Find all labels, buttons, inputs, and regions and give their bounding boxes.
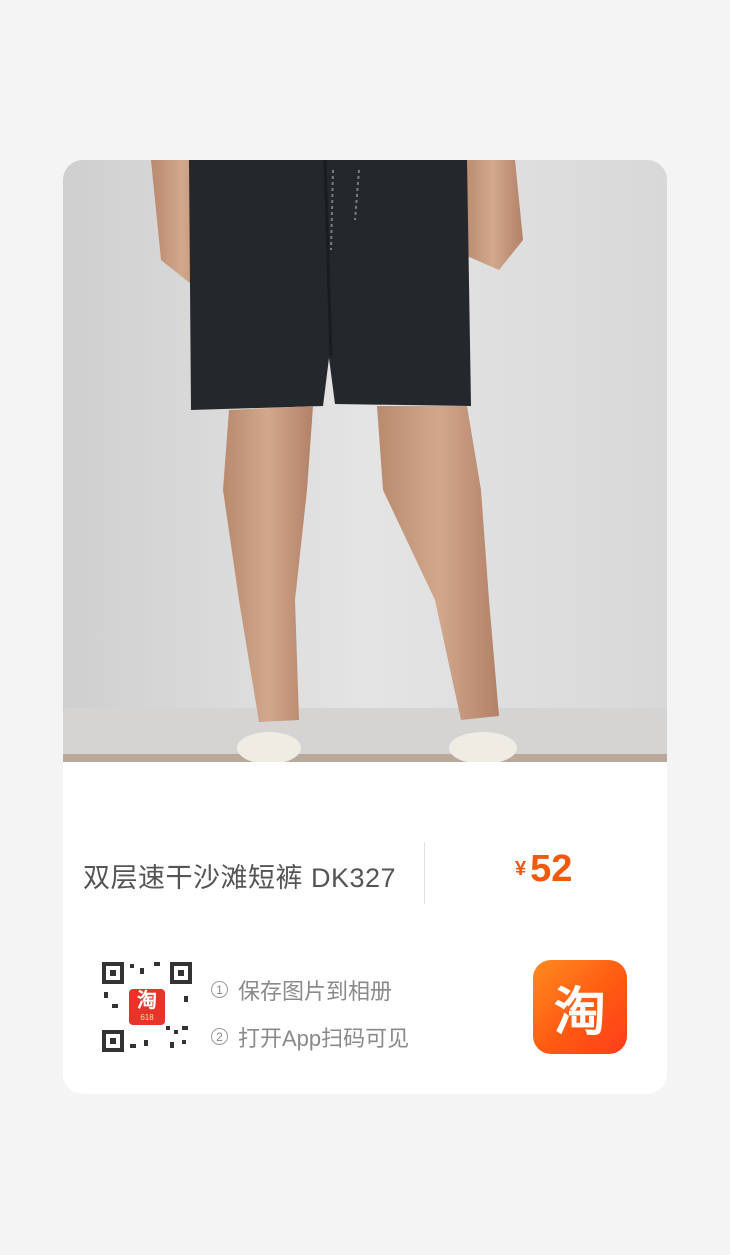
currency-symbol: ¥ [515, 858, 527, 880]
product-title: 双层速干沙滩短裤 DK327 [83, 863, 397, 893]
product-photo [63, 160, 667, 762]
step-text: 保存图片到相册 [238, 978, 393, 1004]
step-number: 1 [211, 981, 228, 998]
product-info-row: 双层速干沙滩短裤 DK327 ¥52 [63, 840, 667, 910]
step-number: 2 [211, 1028, 228, 1045]
share-card: 双层速干沙滩短裤 DK327 ¥52 淘 618 1 保存图片到相册 2 打开A… [63, 160, 667, 1094]
taobao-logo-icon: 淘 [533, 960, 627, 1054]
logo-char: 淘 [553, 983, 606, 1042]
divider [424, 842, 425, 904]
price-amount: 52 [530, 848, 573, 890]
step-1: 1 保存图片到相册 [211, 966, 409, 1013]
product-price: ¥52 [515, 848, 572, 891]
qr-center-badge: 淘 618 [137, 990, 157, 1022]
qr-code-icon: 淘 618 [100, 960, 194, 1054]
step-2: 2 打开App扫码可见 [211, 1013, 409, 1060]
step-text: 打开App扫码可见 [238, 1025, 410, 1051]
instruction-steps: 1 保存图片到相册 2 打开App扫码可见 [211, 966, 409, 1060]
